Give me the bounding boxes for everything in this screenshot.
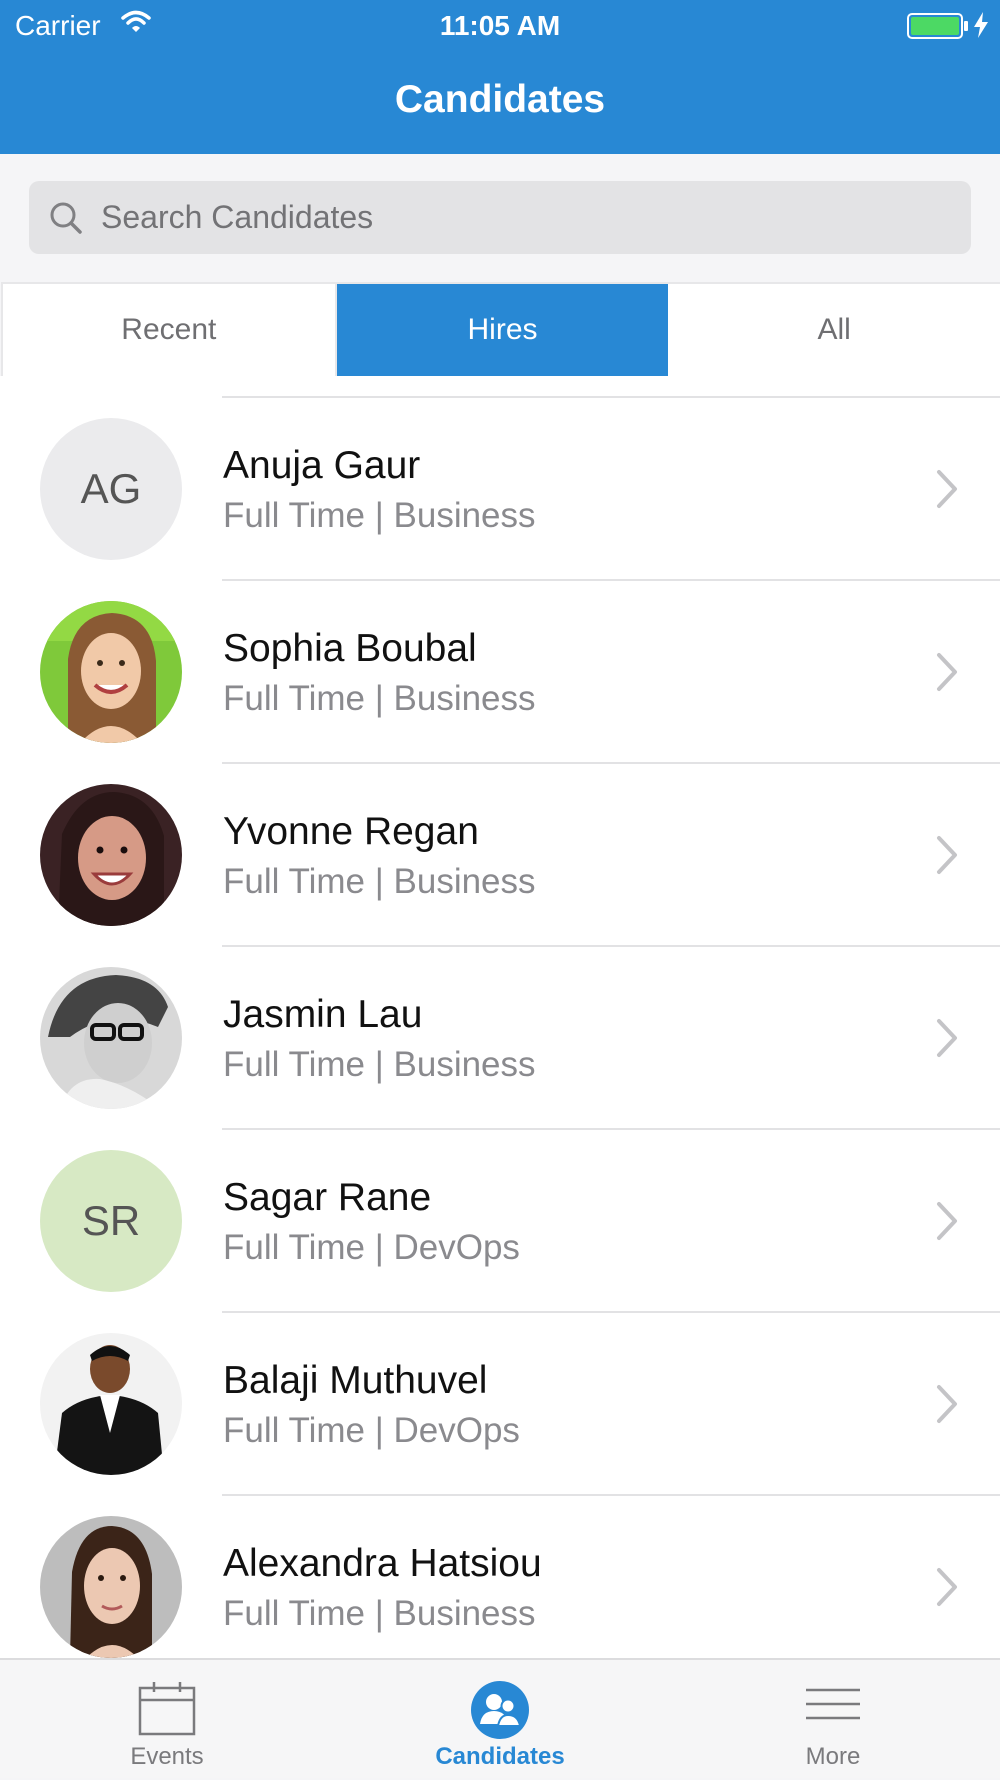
candidate-row[interactable]: Alexandra Hatsiou Full Time | Business [0, 1496, 1000, 1658]
search-icon [49, 201, 83, 240]
candidate-name: Balaji Muthuvel [223, 1359, 488, 1402]
candidate-row[interactable]: SR Sagar Rane Full Time | DevOps [0, 1130, 1000, 1313]
candidate-name: Yvonne Regan [223, 810, 479, 853]
menu-icon [666, 1680, 1000, 1728]
tab-bar: Events Candidates More [0, 1658, 1000, 1778]
candidate-detail: Full Time | Business [223, 496, 536, 535]
candidate-name: Anuja Gaur [223, 444, 421, 487]
avatar-initials: AG [80, 465, 142, 512]
candidate-detail: Full Time | DevOps [223, 1228, 520, 1267]
avatar-photo [40, 1516, 182, 1658]
candidates-icon [333, 1680, 667, 1740]
candidate-name: Jasmin Lau [223, 993, 423, 1036]
search-box[interactable] [29, 181, 971, 254]
avatar: SR [40, 1150, 182, 1292]
chevron-right-icon [935, 1566, 961, 1613]
search-input[interactable] [101, 181, 951, 254]
page-title: Candidates [394, 78, 606, 121]
avatar-initials: SR [81, 1197, 141, 1244]
chevron-right-icon [935, 651, 961, 698]
tabbar-item-more[interactable]: More [666, 1660, 1000, 1780]
tabbar-label: More [805, 1743, 861, 1770]
candidate-detail: Full Time | Business [223, 1594, 536, 1633]
candidate-name: Alexandra Hatsiou [223, 1542, 542, 1585]
chevron-right-icon [935, 468, 961, 515]
tabbar-label: Candidates [435, 1743, 565, 1770]
tab-hires[interactable]: Hires [336, 284, 669, 376]
tab-all[interactable]: All [668, 284, 1000, 376]
chevron-right-icon [935, 1017, 961, 1064]
calendar-icon [0, 1680, 334, 1736]
tabbar-item-candidates[interactable]: Candidates [333, 1660, 667, 1780]
charging-icon [972, 11, 990, 44]
candidate-row[interactable]: AG Anuja Gaur Full Time | Business [0, 398, 1000, 581]
chevron-right-icon [935, 834, 961, 881]
tabbar-item-events[interactable]: Events [0, 1660, 334, 1780]
candidate-row[interactable]: Balaji Muthuvel Full Time | DevOps [0, 1313, 1000, 1496]
nav-header: Carrier 11:05 AM Candidates [0, 0, 1000, 154]
chevron-right-icon [935, 1200, 961, 1247]
candidate-name: Sophia Boubal [223, 627, 477, 670]
segmented-control: Recent Hires All [1, 282, 1000, 378]
battery-icon [907, 13, 969, 44]
avatar: AG [40, 418, 182, 560]
search-bar-container [0, 154, 1000, 282]
status-time: 11:05 AM [439, 10, 561, 41]
status-bar: Carrier 11:05 AM [0, 0, 1000, 50]
candidate-row[interactable]: Jasmin Lau Full Time | Business [0, 947, 1000, 1130]
candidate-list: AG Anuja Gaur Full Time | Business Sophi… [0, 376, 1000, 1658]
tabbar-label: Events [130, 1743, 204, 1770]
candidate-row[interactable]: Yvonne Regan Full Time | Business [0, 764, 1000, 947]
avatar-photo [40, 967, 182, 1109]
candidate-name: Sagar Rane [223, 1176, 432, 1219]
avatar-photo [40, 601, 182, 743]
candidate-detail: Full Time | Business [223, 679, 536, 718]
tab-recent[interactable]: Recent [3, 284, 337, 376]
candidate-detail: Full Time | DevOps [223, 1411, 520, 1450]
avatar-photo [40, 784, 182, 926]
candidate-detail: Full Time | Business [223, 862, 536, 901]
avatar-photo [40, 1333, 182, 1475]
chevron-right-icon [935, 1383, 961, 1430]
candidate-row[interactable]: Sophia Boubal Full Time | Business [0, 581, 1000, 764]
candidate-detail: Full Time | Business [223, 1045, 536, 1084]
